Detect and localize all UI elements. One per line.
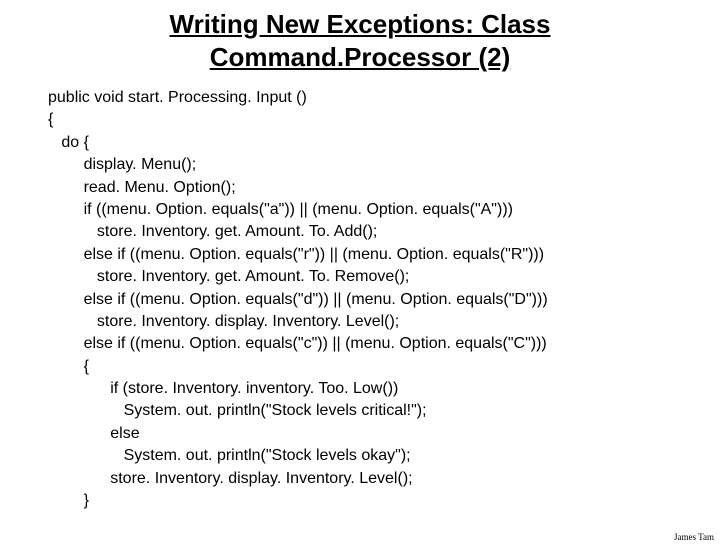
code-line: store. Inventory. display. Inventory. Le… — [48, 313, 399, 330]
code-line: display. Menu(); — [48, 156, 196, 173]
code-line: public void start. Processing. Input () — [48, 89, 307, 106]
code-line: System. out. println("Stock levels okay"… — [48, 447, 411, 464]
title-line-2: Command.Processor (2) — [210, 42, 511, 72]
code-line: read. Menu. Option(); — [48, 179, 236, 196]
code-line: System. out. println("Stock levels criti… — [48, 402, 427, 419]
code-line: { — [48, 111, 53, 128]
code-line: store. Inventory. display. Inventory. Le… — [48, 470, 413, 487]
code-line: else if ((menu. Option. equals("d")) || … — [48, 291, 548, 308]
code-line: store. Inventory. get. Amount. To. Add()… — [48, 223, 377, 240]
code-line: do { — [48, 134, 89, 151]
code-line: } — [48, 492, 89, 509]
code-line: store. Inventory. get. Amount. To. Remov… — [48, 268, 409, 285]
code-block: public void start. Processing. Input () … — [48, 87, 720, 512]
code-line: if (store. Inventory. inventory. Too. Lo… — [48, 380, 398, 397]
footer-author: James Tam — [674, 532, 714, 542]
slide-title: Writing New Exceptions: Class Command.Pr… — [0, 8, 720, 73]
code-line: else if ((menu. Option. equals("r")) || … — [48, 246, 544, 263]
title-line-1: Writing New Exceptions: Class — [170, 9, 551, 39]
code-line: else if ((menu. Option. equals("c")) || … — [48, 335, 547, 352]
code-line: if ((menu. Option. equals("a")) || (menu… — [48, 201, 513, 218]
code-line: else — [48, 425, 140, 442]
code-line: { — [48, 358, 89, 375]
